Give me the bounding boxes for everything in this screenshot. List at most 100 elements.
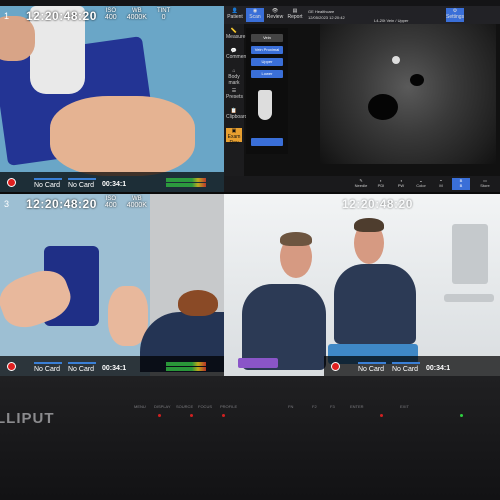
control-exit-button[interactable]: EXIT — [400, 404, 409, 409]
record-icon[interactable] — [7, 362, 16, 371]
camera-feed-3[interactable]: 3 12:20:48:20 ISO 400 WB 4000K No Card No … — [0, 194, 224, 376]
menu-item-vein-proximal[interactable]: Vein Proximal — [251, 46, 283, 54]
ultrasound-feed[interactable]: 👤 Patient ◉ Scan 👁 Review ▤ Report ⚙ Settings… — [224, 6, 500, 192]
record-timecode: 00:34:1 — [102, 365, 127, 372]
iso-field: ISO 400 — [105, 196, 117, 209]
color-button[interactable]: ◒ Color — [412, 178, 430, 190]
date-label: 12/05/2023 12:20:42 — [308, 15, 345, 20]
report-button[interactable]: ▤ Report — [286, 8, 304, 22]
comment-button[interactable]: 💬 Comment — [226, 48, 248, 62]
control-focus-button[interactable]: FOCUS — [198, 404, 212, 409]
monitor-bottom-bezel — [0, 376, 500, 500]
brand-logo: LLIPUT — [0, 410, 55, 427]
monitor-screen: 1 12:20:48:20 ISO 400 WB 4000K TINT 0 No Ca… — [0, 6, 500, 376]
body-mark-button[interactable]: ⌂ Body mark — [226, 68, 242, 86]
card-b-status: No Card — [392, 366, 419, 373]
menu-item-upper[interactable]: Upper — [251, 58, 283, 66]
wb-field: WB 4000K — [126, 8, 147, 21]
control-fn-button[interactable]: FN — [288, 404, 293, 409]
card-indicator — [68, 178, 96, 180]
status-bar: No Card No Card 00:34:1 — [0, 172, 224, 192]
control-enter-button[interactable]: ENTER — [350, 404, 364, 409]
needle-button[interactable]: ✎ Needle — [352, 178, 370, 190]
audio-meter — [166, 362, 206, 372]
measure-button[interactable]: 📏 Measure — [226, 28, 245, 42]
pw-button[interactable]: ◑ PW — [392, 178, 410, 190]
control-menu-button[interactable]: MENU — [134, 404, 146, 409]
control-profile-button[interactable]: PROFILE — [220, 404, 237, 409]
scan-button[interactable]: ◉ Scan — [246, 8, 264, 22]
m-mode-button[interactable]: ◓ M — [432, 178, 450, 190]
presenter-left-hair — [280, 232, 312, 246]
card-indicator — [358, 362, 386, 364]
status-bar: No Card No Card 00:34:1 — [0, 356, 224, 376]
card-indicator — [68, 362, 96, 364]
hand — [50, 96, 195, 176]
vessel — [410, 74, 424, 86]
patient-button[interactable]: 👤 Patient — [226, 8, 244, 22]
review-button[interactable]: 👁 Review — [266, 8, 284, 22]
timecode-display: 12:20:48:20 — [342, 197, 413, 211]
tint-field: TINT 0 — [156, 8, 171, 21]
preset-menu: Vein Vein Proximal Upper Lower — [246, 28, 288, 154]
purple-device — [238, 358, 278, 368]
presenter-right — [334, 264, 416, 344]
control-source-button[interactable]: SOURCE — [176, 404, 193, 409]
menu-item-lower[interactable]: Lower — [251, 70, 283, 78]
exam-review-button[interactable]: ▣ Exam Rev — [226, 128, 242, 146]
record-icon[interactable] — [331, 362, 340, 371]
ultrasound-image — [320, 24, 496, 164]
card-indicator — [392, 362, 420, 364]
card-indicator — [34, 362, 62, 364]
camera-settings: ISO 400 WB 4000K — [105, 196, 147, 209]
exam-label: L4-20t Vein / Upper — [374, 18, 409, 23]
card-a-status: No Card — [34, 182, 61, 189]
settings-button[interactable]: ⚙ Settings — [446, 8, 464, 22]
shoe — [178, 290, 218, 316]
control-f3-button[interactable]: F3 — [330, 404, 335, 409]
camera-feed-4[interactable]: 12:20:48:20 No Card No Card 00:34:1 — [224, 194, 500, 376]
camera-settings: ISO 400 WB 4000K TINT 0 — [105, 8, 170, 21]
timecode-display: 12:20:48:20 — [26, 197, 97, 211]
camera-feed-1[interactable]: 1 12:20:48:20 ISO 400 WB 4000K TINT 0 No Ca… — [0, 6, 224, 192]
b-mode-button[interactable]: BB — [452, 178, 470, 190]
status-led — [380, 414, 383, 417]
timecode-display: 12:20:48:20 — [26, 9, 97, 23]
camera-number: 1 — [4, 11, 10, 21]
pdi-button[interactable]: ◐ PDI — [372, 178, 390, 190]
needle-tip — [392, 56, 400, 64]
vendor-label: GE Healthcare — [308, 9, 335, 14]
card-a-status: No Card — [358, 366, 385, 373]
status-led — [222, 414, 225, 417]
ultrasound-side-toolbar: 📏 Measure 💬 Comment ⌂ Body mark ☰ Presets 📋 C… — [224, 24, 248, 176]
control-f2-button[interactable]: F2 — [312, 404, 317, 409]
iso-field: ISO 400 — [105, 8, 117, 21]
wb-field: WB 4000K — [126, 196, 147, 209]
vessel — [368, 94, 398, 120]
menu-confirm-button[interactable] — [251, 138, 283, 146]
status-bar: No Card No Card 00:34:1 — [324, 356, 500, 376]
menu-item-vein[interactable]: Vein — [251, 34, 283, 42]
power-led — [460, 414, 463, 417]
card-indicator — [34, 178, 62, 180]
record-icon[interactable] — [7, 178, 16, 187]
record-timecode: 00:34:1 — [426, 365, 451, 372]
status-led — [158, 414, 161, 417]
ultrasound-bottom-bar: ✎ Needle ◐ PDI ◑ PW ◒ Color ◓ M BB ▭ Store — [224, 176, 500, 192]
card-a-status: No Card — [34, 366, 61, 373]
camera-number: 3 — [4, 199, 10, 209]
machine-arm — [444, 294, 494, 302]
audio-meter — [166, 178, 206, 188]
control-display-button[interactable]: DISPLAY — [154, 404, 171, 409]
card-b-status: No Card — [68, 182, 95, 189]
clipboard-button[interactable]: 📋 Clipboard — [226, 108, 247, 122]
presets-button[interactable]: ☰ Presets — [226, 88, 243, 102]
presenter-right-hair — [354, 218, 384, 232]
probe-icon — [258, 90, 272, 120]
status-led — [190, 414, 193, 417]
store-button[interactable]: ▭ Store — [476, 178, 494, 190]
card-b-status: No Card — [68, 366, 95, 373]
ultrasound-machine — [452, 224, 488, 284]
ultrasound-top-bar: 👤 Patient ◉ Scan 👁 Review ▤ Report ⚙ Settings… — [224, 6, 500, 24]
record-timecode: 00:34:1 — [102, 181, 127, 188]
